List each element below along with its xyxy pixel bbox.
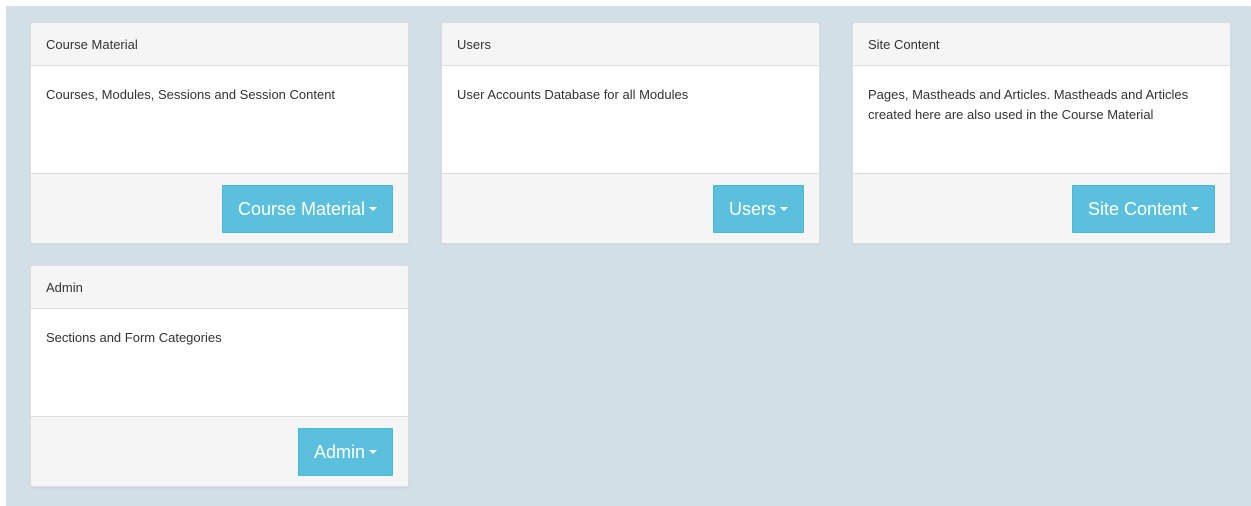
button-label: Course Material <box>237 199 365 219</box>
panel-footer: Admin <box>31 416 408 486</box>
admin-panel: Admin Sections and Form Categories Admin <box>30 265 409 487</box>
dashboard-panels: Course Material Courses, Modules, Sessio… <box>6 6 1251 506</box>
panel-description: User Accounts Database for all Modules <box>442 66 819 173</box>
caret-down-icon <box>1191 207 1199 212</box>
button-label: Users <box>728 199 776 219</box>
panel-description: Pages, Mastheads and Articles. Mastheads… <box>853 66 1230 173</box>
site-content-dropdown-button[interactable]: Site Content <box>1071 185 1215 233</box>
panel-footer: Course Material <box>31 173 408 243</box>
caret-down-icon <box>369 450 377 455</box>
course-material-panel: Course Material Courses, Modules, Sessio… <box>30 22 409 244</box>
panel-heading: Users <box>442 23 819 66</box>
panel-description: Sections and Form Categories <box>31 309 408 416</box>
panel-description: Courses, Modules, Sessions and Session C… <box>31 66 408 173</box>
caret-down-icon <box>780 207 788 212</box>
panel-footer: Site Content <box>853 173 1230 243</box>
panel-heading: Course Material <box>31 23 408 66</box>
course-material-dropdown-button[interactable]: Course Material <box>221 185 393 233</box>
button-label: Site Content <box>1087 199 1187 219</box>
admin-dropdown-button[interactable]: Admin <box>297 428 393 476</box>
site-content-panel: Site Content Pages, Mastheads and Articl… <box>852 22 1231 244</box>
panel-heading: Admin <box>31 266 408 309</box>
users-panel: Users User Accounts Database for all Mod… <box>441 22 820 244</box>
users-dropdown-button[interactable]: Users <box>712 185 804 233</box>
button-label: Admin <box>313 442 365 462</box>
panel-heading: Site Content <box>853 23 1230 66</box>
caret-down-icon <box>369 207 377 212</box>
panel-footer: Users <box>442 173 819 243</box>
